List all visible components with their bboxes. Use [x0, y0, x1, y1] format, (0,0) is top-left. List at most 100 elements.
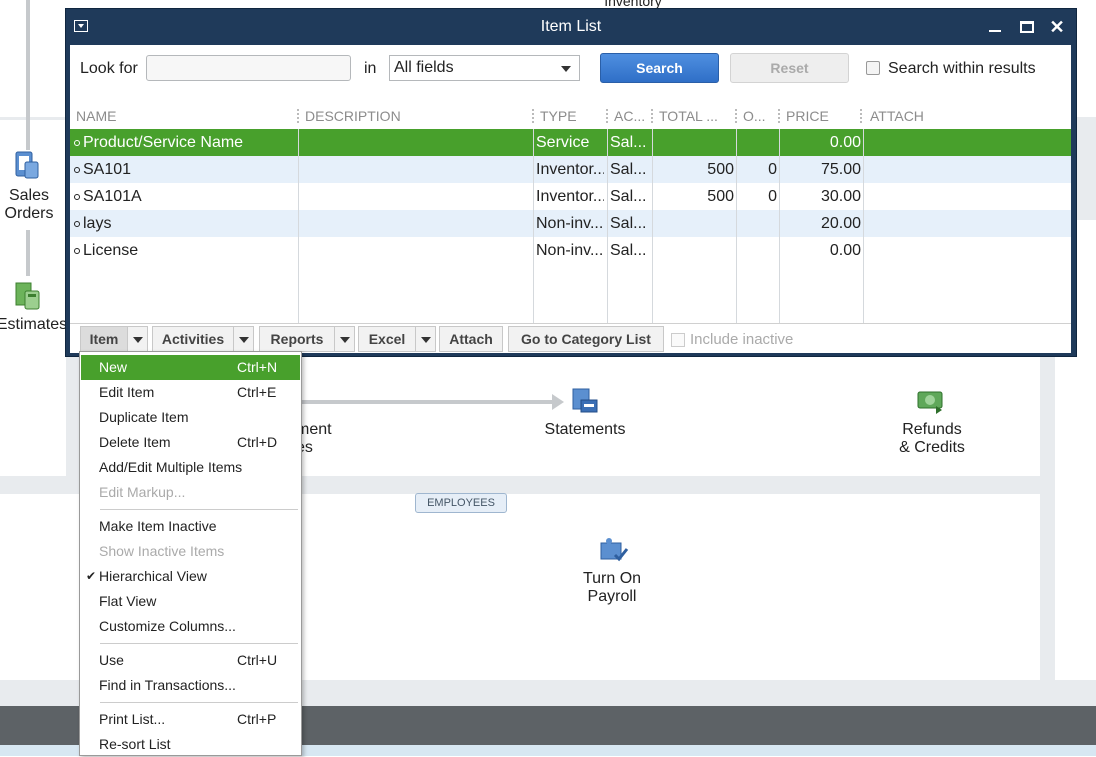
column-header-description[interactable]: DESCRIPTION	[305, 103, 525, 129]
menu-item-duplicate-item[interactable]: Duplicate Item	[81, 405, 300, 430]
column-separator[interactable]	[651, 109, 654, 123]
search-button[interactable]: Search	[600, 53, 719, 83]
reports-menu-dropdown[interactable]	[334, 326, 355, 352]
cell-on-order: 0	[768, 188, 777, 205]
reset-button[interactable]: Reset	[730, 53, 849, 83]
grid-line	[533, 129, 534, 323]
menu-item-edit-item[interactable]: Edit Item Ctrl+E	[81, 380, 300, 405]
menu-item-add-edit-multiple[interactable]: Add/Edit Multiple Items	[81, 455, 300, 480]
cell-on-order	[738, 129, 777, 156]
item-table: NAME DESCRIPTION TYPE AC... TOTAL ... O.…	[70, 103, 1071, 323]
column-header-account[interactable]: AC...	[614, 103, 654, 129]
statements-icon[interactable]	[571, 388, 599, 416]
minimize-button[interactable]	[984, 17, 1006, 37]
menu-item-print-list[interactable]: Print List... Ctrl+P	[81, 707, 300, 732]
menu-item-flat-view[interactable]: Flat View	[81, 589, 300, 614]
table-row[interactable]: SA101 Inventor... Sal... 500 0 75.00	[70, 156, 1071, 183]
grid-line	[863, 129, 864, 323]
cell-price: 0.00	[829, 134, 861, 151]
menu-item-edit-markup: Edit Markup...	[99, 484, 186, 500]
cell-account: Sal...	[610, 134, 647, 151]
column-separator[interactable]	[532, 109, 535, 123]
cell-name: SA101A	[74, 183, 296, 210]
cell-type: Inventor...	[536, 188, 604, 205]
table-row[interactable]: License Non-inv... Sal... 0.00	[70, 237, 1071, 264]
look-for-input[interactable]	[146, 55, 351, 81]
payroll-icon[interactable]	[599, 537, 629, 565]
column-separator[interactable]	[297, 109, 300, 123]
cell-account: Sal...	[610, 242, 647, 259]
menu-item-resort-list[interactable]: Re-sort List	[81, 732, 300, 757]
menu-item-use[interactable]: Use Ctrl+U	[81, 648, 300, 673]
column-separator[interactable]	[778, 109, 781, 123]
look-for-label: Look for	[80, 60, 138, 77]
cell-name: License	[74, 237, 296, 264]
column-header-name[interactable]: NAME	[76, 103, 296, 129]
column-header-type[interactable]: TYPE	[540, 103, 602, 129]
in-label: in	[364, 60, 377, 77]
employees-badge: EMPLOYEES	[415, 493, 507, 513]
column-separator[interactable]	[735, 109, 738, 123]
close-button[interactable]: ✕	[1046, 17, 1068, 37]
go-to-category-list-button[interactable]: Go to Category List	[508, 326, 664, 352]
item-list-toolbar: Item Activities Reports Excel Attach Go …	[70, 323, 1071, 353]
attach-button[interactable]: Attach	[439, 326, 503, 352]
cell-type: Non-inv...	[536, 242, 604, 259]
menu-item-new[interactable]: New Ctrl+N	[81, 355, 300, 380]
menu-separator	[100, 509, 298, 510]
cell-account: Sal...	[610, 215, 647, 232]
bullet-icon	[74, 193, 80, 200]
grid-line	[652, 129, 653, 323]
bullet-icon	[74, 139, 80, 146]
menu-item-make-inactive[interactable]: Make Item Inactive	[81, 514, 300, 539]
menu-item-delete-item[interactable]: Delete Item Ctrl+D	[81, 430, 300, 455]
cell-price: 30.00	[820, 188, 861, 205]
payroll-label[interactable]: Turn On Payroll	[560, 570, 664, 606]
cell-price: 0.00	[829, 242, 861, 259]
cell-on-order: 0	[768, 161, 777, 178]
menu-item-find-in-transactions[interactable]: Find in Transactions...	[81, 673, 300, 698]
table-row[interactable]: Product/Service Name Service Sal... 0.00	[70, 129, 1071, 156]
column-header-price[interactable]: PRICE	[786, 103, 852, 129]
cell-price: 75.00	[820, 161, 861, 178]
search-within-label: Search within results	[888, 60, 1036, 77]
activities-menu-button[interactable]: Activities	[152, 326, 234, 352]
column-header-attach[interactable]: ATTACH	[870, 103, 950, 129]
column-separator[interactable]	[860, 109, 863, 123]
reports-menu-button[interactable]: Reports	[259, 326, 335, 352]
estimates-icon[interactable]	[15, 281, 41, 311]
item-menu-dropdown[interactable]	[127, 326, 148, 352]
include-inactive-checkbox[interactable]	[671, 333, 685, 347]
search-within-checkbox[interactable]	[866, 61, 880, 75]
column-header-on-order[interactable]: O...	[743, 103, 779, 129]
refunds-credits-label[interactable]: Refunds & Credits	[880, 421, 984, 457]
column-header-total[interactable]: TOTAL ...	[659, 103, 729, 129]
grid-line	[736, 129, 737, 323]
refunds-credits-icon[interactable]	[916, 388, 946, 414]
cell-name: lays	[74, 210, 296, 237]
excel-menu-button[interactable]: Excel	[358, 326, 416, 352]
cell-total	[656, 129, 734, 156]
excel-menu-dropdown[interactable]	[415, 326, 436, 352]
search-field-select[interactable]: All fields	[389, 55, 580, 81]
sales-orders-icon[interactable]	[15, 150, 41, 180]
estimates-label[interactable]: Estimates	[0, 316, 70, 334]
sales-orders-label[interactable]: Sales Orders	[0, 187, 58, 223]
cell-name: Product/Service Name	[74, 129, 296, 156]
menu-item-hierarchical-view[interactable]: ✔ Hierarchical View	[81, 564, 300, 589]
grid-line	[607, 129, 608, 323]
table-header: NAME DESCRIPTION TYPE AC... TOTAL ... O.…	[70, 103, 1071, 129]
cell-total: 500	[707, 188, 734, 205]
menu-item-show-inactive: Show Inactive Items	[99, 543, 225, 559]
cell-on-order	[738, 210, 777, 237]
column-separator[interactable]	[606, 109, 609, 123]
cell-total	[656, 237, 734, 264]
item-menu-button[interactable]: Item	[80, 326, 128, 352]
activities-menu-dropdown[interactable]	[233, 326, 254, 352]
statements-label[interactable]: Statements	[530, 421, 640, 439]
flow-arrow	[26, 0, 30, 150]
table-row[interactable]: SA101A Inventor... Sal... 500 0 30.00	[70, 183, 1071, 210]
table-row[interactable]: lays Non-inv... Sal... 20.00	[70, 210, 1071, 237]
menu-item-customize-columns[interactable]: Customize Columns...	[81, 614, 300, 639]
maximize-button[interactable]	[1016, 17, 1038, 37]
